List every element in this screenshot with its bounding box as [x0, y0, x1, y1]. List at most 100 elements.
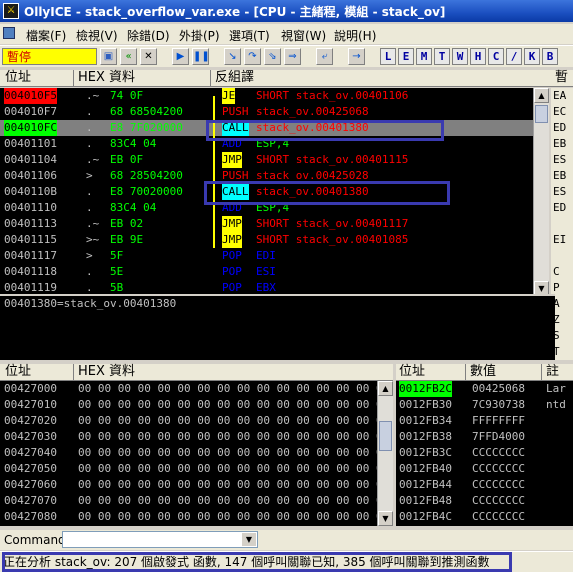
tb-modules-button[interactable]: E	[398, 48, 414, 65]
disasm-row[interactable]: 00401104 .~ EB 0F JMP SHORT stack_ov.0040111…	[0, 152, 533, 168]
open-icon[interactable]: ▣	[100, 48, 117, 65]
tb-callstack-button[interactable]: K	[524, 48, 540, 65]
step-over-icon[interactable]: ↷	[244, 48, 261, 65]
stack-row[interactable]: 0012FB44 CCCCCCCC	[396, 477, 573, 493]
run-icon[interactable]: ▶	[172, 48, 189, 65]
disasm-row[interactable]: 00401115 >~ EB 9E JMP SHORT stack_ov.0040108…	[0, 232, 533, 248]
register-name[interactable]: EC	[553, 104, 566, 120]
dump-scroll-up-icon[interactable]: ▲	[378, 381, 393, 396]
stack-pane[interactable]: 0012FB2C 00425068 Lar 0012FB30 7C930738 ntd 00…	[396, 381, 573, 526]
execute-till-return-icon[interactable]: ⤶	[316, 48, 333, 65]
stack-col-comment[interactable]: 註	[546, 364, 559, 380]
menu-options[interactable]: 選項(T)	[229, 27, 270, 44]
menu-plugins[interactable]: 外掛(P)	[179, 27, 220, 44]
register-name[interactable]: C	[553, 264, 560, 280]
chevron-down-icon[interactable]: ▼	[242, 533, 256, 546]
dump-scroll-down-icon[interactable]: ▼	[378, 511, 393, 526]
disasm-hex: 83C4 04	[110, 201, 157, 214]
menu-help[interactable]: 說明(H)	[334, 27, 376, 44]
register-name[interactable]: EA	[553, 88, 566, 104]
stack-row[interactable]: 0012FB34 FFFFFFFF	[396, 413, 573, 429]
dump-row[interactable]: 00427060 00 00 00 00 00 00 00 00 00 00 00…	[0, 477, 377, 493]
stack-row[interactable]: 0012FB30 7C930738 ntd	[396, 397, 573, 413]
close-icon[interactable]: ✕	[140, 48, 157, 65]
scroll-thumb[interactable]	[535, 105, 548, 123]
dump-row[interactable]: 00427070 00 00 00 00 00 00 00 00 00 00 00…	[0, 493, 377, 509]
register-name[interactable]: ED	[553, 120, 566, 136]
stack-value: FFFFFFFF	[472, 414, 525, 427]
dump-row[interactable]: 00427030 00 00 00 00 00 00 00 00 00 00 00…	[0, 429, 377, 445]
stack-row[interactable]: 0012FB40 CCCCCCCC	[396, 461, 573, 477]
stack-address: 0012FB48	[399, 494, 452, 507]
register-name[interactable]: ED	[553, 200, 566, 216]
dump-row[interactable]: 00427000 00 00 00 00 00 00 00 00 00 00 00…	[0, 381, 377, 397]
col-hex[interactable]: HEX 資料	[78, 70, 135, 86]
disasm-mnemonic: POP	[222, 265, 242, 278]
stack-col-address[interactable]: 位址	[399, 364, 425, 380]
disasm-row[interactable]: 004010F5 .~ 74 0F JE SHORT stack_ov.00401106	[0, 88, 533, 104]
system-menu-icon[interactable]	[3, 27, 15, 39]
tb-patches-button[interactable]: /	[506, 48, 522, 65]
tb-cpu-button[interactable]: C	[488, 48, 504, 65]
disasm-row[interactable]: 00401113 .~ EB 02 JMP SHORT stack_ov.0040111…	[0, 216, 533, 232]
disasm-hex: 68 28504200	[110, 169, 183, 182]
pause-icon[interactable]: ❚❚	[192, 48, 210, 65]
stack-comment: ntd	[546, 398, 566, 411]
stack-row[interactable]: 0012FB4C CCCCCCCC	[396, 509, 573, 525]
trace-over-icon[interactable]: ⇒	[284, 48, 301, 65]
register-name[interactable]: ES	[553, 152, 566, 168]
dump-hex: 00 00 00 00 00 00 00 00 00 00 00 00 00 0…	[78, 462, 377, 475]
menu-debug[interactable]: 除錯(D)	[127, 27, 170, 44]
tb-memory-button[interactable]: M	[416, 48, 432, 65]
disasm-row[interactable]: 00401117 >5F POP EDI	[0, 248, 533, 264]
disasm-address: 00401104	[4, 153, 57, 166]
stack-col-value[interactable]: 數值	[470, 364, 496, 380]
tb-threads-button[interactable]: T	[434, 48, 450, 65]
disasm-scrollbar[interactable]: ▲ ▼	[533, 88, 549, 296]
dump-scroll-thumb[interactable]	[379, 421, 392, 451]
trace-into-icon[interactable]: ⇘	[264, 48, 281, 65]
disasm-row[interactable]: 004010F7. 68 68504200 PUSH stack_ov.0042506…	[0, 104, 533, 120]
disasm-address: 00401115	[4, 233, 57, 246]
tb-handles-button[interactable]: H	[470, 48, 486, 65]
menu-view[interactable]: 檢視(V)	[76, 27, 118, 44]
dump-row[interactable]: 00427040 00 00 00 00 00 00 00 00 00 00 00…	[0, 445, 377, 461]
stack-row[interactable]: 0012FB2C 00425068 Lar	[396, 381, 573, 397]
tb-windows-button[interactable]: W	[452, 48, 468, 65]
dump-row[interactable]: 00427080 00 00 00 00 00 00 00 00 00 00 00…	[0, 509, 377, 525]
stack-row[interactable]: 0012FB48 CCCCCCCC	[396, 493, 573, 509]
dump-row[interactable]: 00427050 00 00 00 00 00 00 00 00 00 00 00…	[0, 461, 377, 477]
col-disasm[interactable]: 反組譯	[215, 70, 254, 86]
menu-file[interactable]: 檔案(F)	[26, 27, 66, 44]
register-name[interactable]: EI	[553, 232, 566, 248]
dump-col-address[interactable]: 位址	[5, 364, 31, 380]
register-name[interactable]: ES	[553, 184, 566, 200]
dump-row[interactable]: 00427020 00 00 00 00 00 00 00 00 00 00 00…	[0, 413, 377, 429]
dump-pane[interactable]: 00427000 00 00 00 00 00 00 00 00 00 00 00…	[0, 381, 377, 526]
menu-window[interactable]: 視窗(W)	[281, 27, 326, 44]
tb-log-button[interactable]: L	[380, 48, 396, 65]
scroll-up-icon[interactable]: ▲	[534, 88, 549, 103]
tb-breakpoints-button[interactable]: B	[542, 48, 558, 65]
goto-icon[interactable]: →	[348, 48, 365, 65]
dump-col-hex[interactable]: HEX 資料	[78, 364, 135, 380]
command-input[interactable]: ▼	[62, 531, 258, 548]
disasm-row[interactable]: 00401118. 5E POP ESI	[0, 264, 533, 280]
dump-row[interactable]: 00427010 00 00 00 00 00 00 00 00 00 00 00…	[0, 397, 377, 413]
disasm-address: 004010F7	[4, 105, 57, 118]
disasm-mark: >~	[86, 233, 100, 246]
disasm-mark: .~	[86, 89, 100, 102]
col-address[interactable]: 位址	[5, 70, 31, 86]
col-registers[interactable]: 暫	[555, 70, 568, 86]
step-into-icon[interactable]: ↘	[224, 48, 241, 65]
stack-row[interactable]: 0012FB3C CCCCCCCC	[396, 445, 573, 461]
stack-row[interactable]: 0012FB38 7FFD4000	[396, 429, 573, 445]
restart-icon[interactable]: «	[120, 48, 137, 65]
register-name[interactable]: EB	[553, 136, 566, 152]
menu-icon[interactable]	[3, 27, 15, 41]
dump-scrollbar[interactable]: ▲ ▼	[377, 381, 393, 526]
debugger-icon[interactable]: ⚔	[3, 3, 19, 19]
disasm-mnemonic: JMP	[222, 152, 242, 168]
register-name[interactable]: EB	[553, 168, 566, 184]
dump-hex: 00 00 00 00 00 00 00 00 00 00 00 00 00 0…	[78, 414, 377, 427]
